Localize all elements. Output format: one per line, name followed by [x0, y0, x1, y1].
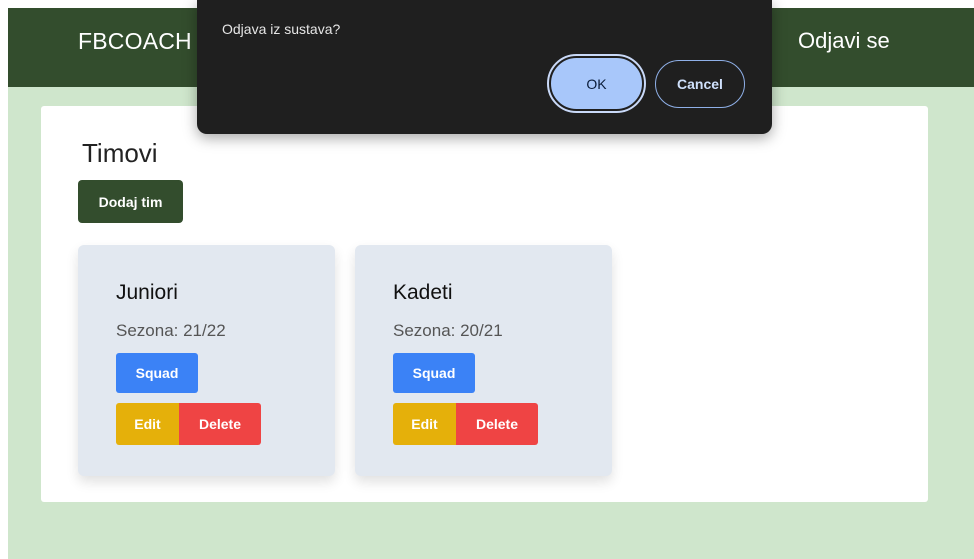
team-card: Juniori Sezona: 21/22 Squad Edit Delete: [78, 245, 335, 476]
logout-link[interactable]: Odjavi se: [798, 28, 890, 54]
ok-button[interactable]: OK: [547, 54, 646, 113]
team-name: Kadeti: [393, 281, 453, 304]
edit-button[interactable]: Edit: [393, 403, 456, 445]
add-team-button[interactable]: Dodaj tim: [78, 180, 183, 223]
team-name: Juniori: [116, 281, 178, 304]
squad-button[interactable]: Squad: [116, 353, 198, 393]
teams-panel: Timovi Dodaj tim Juniori Sezona: 21/22 S…: [41, 106, 928, 502]
team-season: Sezona: 21/22: [116, 321, 226, 340]
cancel-button[interactable]: Cancel: [655, 60, 745, 108]
confirm-dialog: Odjava iz sustava? OK Cancel: [197, 0, 772, 134]
page-title: Timovi: [82, 138, 158, 168]
team-card: Kadeti Sezona: 20/21 Squad Edit Delete: [355, 245, 612, 476]
team-season: Sezona: 20/21: [393, 321, 503, 340]
edit-button[interactable]: Edit: [116, 403, 179, 445]
squad-button[interactable]: Squad: [393, 353, 475, 393]
dialog-message: Odjava iz sustava?: [222, 21, 341, 37]
delete-button[interactable]: Delete: [179, 403, 261, 445]
delete-button[interactable]: Delete: [456, 403, 538, 445]
brand-logo[interactable]: FBCOACH: [78, 28, 192, 55]
